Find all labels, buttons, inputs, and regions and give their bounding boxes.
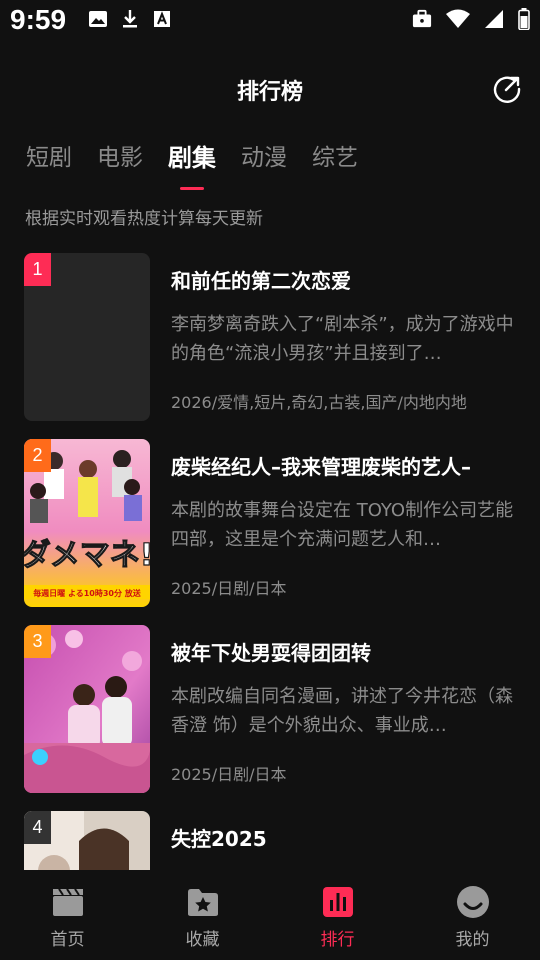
wifi-icon xyxy=(446,9,470,28)
download-icon xyxy=(123,10,137,28)
nav-label: 我的 xyxy=(455,930,490,950)
briefcase-icon xyxy=(412,9,432,28)
ranking-subtitle: 根据实时观看热度计算每天更新 xyxy=(25,209,263,229)
item-meta: 2025/日剧/日本 xyxy=(171,765,287,784)
tab-dongman[interactable]: 动漫 xyxy=(241,140,287,190)
status-bar: 9:59 xyxy=(0,0,540,40)
poster-image[interactable]: ダメマネ! 毎週日曜 よる10時30分 放送 2 xyxy=(24,439,150,607)
rank-badge: 3 xyxy=(24,625,51,658)
battery-icon xyxy=(518,8,530,30)
nav-home[interactable]: 首页 xyxy=(0,870,135,960)
clapperboard-icon xyxy=(52,888,83,916)
list-item[interactable]: 3 被年下处男耍得团团转 本剧改编自同名漫画，讲述了今井花恋（森香澄 饰）是个外… xyxy=(0,625,540,795)
ranking-list: 1 和前任的第二次恋爱 李南梦离奇跌入了“剧本杀”，成为了游戏中的角色“流浪小男… xyxy=(0,253,540,870)
active-tab-indicator xyxy=(180,187,204,190)
rank-badge: 4 xyxy=(24,811,51,844)
item-title: 失控2025 xyxy=(171,827,267,851)
tab-juji[interactable]: 剧集 xyxy=(168,140,216,190)
poster-image[interactable]: 3 xyxy=(24,625,150,793)
status-time: 9:59 xyxy=(10,4,67,35)
tab-dianying[interactable]: 电影 xyxy=(97,140,143,190)
status-notification-icons xyxy=(88,9,172,29)
poster-caption: 毎週日曜 よる10時30分 放送 xyxy=(33,588,142,598)
item-description: 本剧的故事舞台设定在 TOYO制作公司艺能四部，这里是个充满问题艺人和… xyxy=(171,500,514,550)
chart-icon xyxy=(322,887,353,917)
nav-favorites[interactable]: 收藏 xyxy=(135,870,270,960)
poster-image[interactable]: 4 xyxy=(24,811,150,870)
item-title: 和前任的第二次恋爱 xyxy=(171,269,351,293)
poster-title-art: ダメマネ! xyxy=(24,538,150,573)
status-system-icons xyxy=(412,8,530,30)
item-description: 本剧改编自同名漫画，讲述了今井花恋（森香澄 饰）是个外貌出众、事业成… xyxy=(171,686,513,736)
nav-profile[interactable]: 我的 xyxy=(405,870,540,960)
item-title: 被年下处男耍得团团转 xyxy=(171,641,371,665)
tab-label: 电影 xyxy=(97,145,143,171)
image-icon xyxy=(89,11,107,27)
tab-duanju[interactable]: 短剧 xyxy=(26,140,72,190)
item-description: 李南梦离奇跌入了“剧本杀”，成为了游戏中的角色“流浪小男孩”并且接到了… xyxy=(171,314,514,364)
tab-label: 动漫 xyxy=(241,145,287,171)
item-meta: 2025/日剧/日本 xyxy=(171,579,287,598)
category-tabs: 短剧 电影 剧集 动漫 综艺 xyxy=(26,140,383,190)
share-icon xyxy=(493,76,521,103)
header: 排行榜 xyxy=(0,70,540,110)
page-title: 排行榜 xyxy=(236,80,303,105)
list-item[interactable]: 1 和前任的第二次恋爱 李南梦离奇跌入了“剧本杀”，成为了游戏中的角色“流浪小男… xyxy=(0,253,540,423)
tab-zongyi[interactable]: 综艺 xyxy=(312,140,358,190)
list-item[interactable]: ダメマネ! 毎週日曜 よる10時30分 放送 2 废柴经纪人–我来管理废柴的艺人… xyxy=(0,439,540,609)
signal-icon xyxy=(485,10,503,28)
nav-label: 首页 xyxy=(50,930,85,950)
item-title: 废柴经纪人–我来管理废柴的艺人– xyxy=(171,455,471,479)
nav-label: 收藏 xyxy=(185,930,220,950)
folder-star-icon xyxy=(187,889,218,916)
text-icon xyxy=(154,11,170,27)
nav-ranking[interactable]: 排行 xyxy=(270,870,405,960)
tab-label: 短剧 xyxy=(26,145,72,171)
bottom-nav: 首页 收藏 排行 我的 xyxy=(0,870,540,960)
poster-image[interactable]: 1 xyxy=(24,253,150,421)
list-item[interactable]: 4 失控2025 xyxy=(0,811,540,870)
tab-label: 综艺 xyxy=(312,145,358,171)
rank-badge: 2 xyxy=(24,439,51,472)
item-meta: 2026/爱情,短片,奇幻,古装,国产/内地内地 xyxy=(171,393,467,412)
rank-badge: 1 xyxy=(24,253,51,286)
nav-label: 排行 xyxy=(320,930,355,950)
tab-label: 剧集 xyxy=(168,144,216,172)
share-button[interactable] xyxy=(492,74,522,104)
smile-icon xyxy=(456,886,489,918)
